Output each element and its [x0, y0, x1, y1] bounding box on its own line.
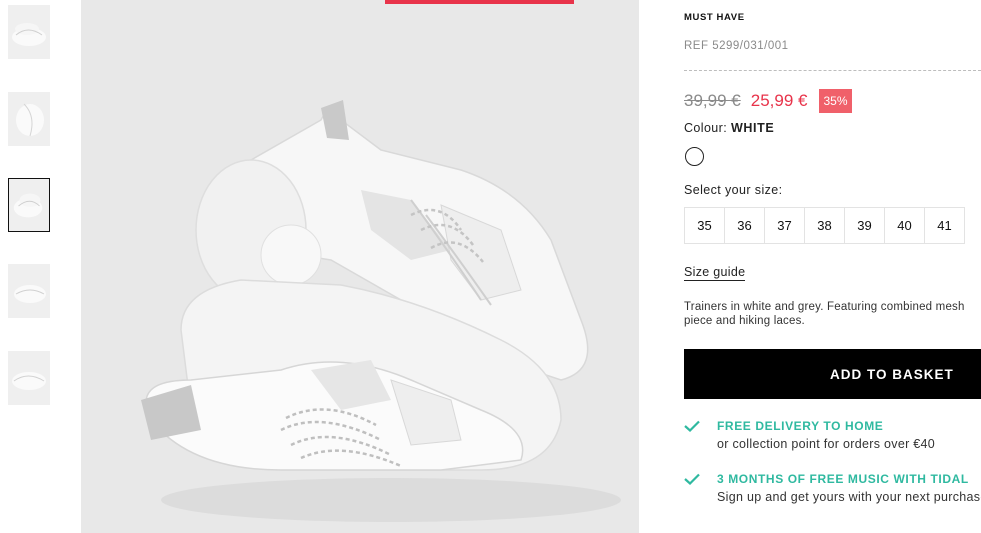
- size-option[interactable]: 35: [684, 207, 725, 244]
- colour-row: Colour: WHITE: [684, 121, 774, 135]
- benefit-title: 3 MONTHS OF FREE MUSIC WITH TIDAL: [717, 472, 969, 486]
- thumbnail-5[interactable]: [8, 351, 50, 405]
- add-to-basket-button[interactable]: ADD TO BASKET: [684, 349, 981, 399]
- size-option[interactable]: 36: [724, 207, 765, 244]
- sneakers-illustration: [141, 100, 621, 522]
- old-price: 39,99 €: [684, 90, 741, 110]
- benefit-title: FREE DELIVERY TO HOME: [717, 419, 884, 433]
- colour-swatch-white[interactable]: [685, 147, 704, 166]
- product-tag: MUST HAVE: [684, 12, 745, 23]
- thumbnail-4[interactable]: [8, 264, 50, 318]
- thumbnail-1[interactable]: [8, 5, 50, 59]
- product-details: MUST HAVE REF 5299/031/001 39,99 € 25,99…: [684, 0, 981, 533]
- divider: [684, 70, 981, 71]
- size-option[interactable]: 40: [884, 207, 925, 244]
- thumbnail-2[interactable]: [8, 92, 50, 146]
- sale-price: 25,99 €: [750, 90, 808, 110]
- size-selector: 35 36 37 38 39 40 41: [684, 207, 965, 244]
- size-option[interactable]: 37: [764, 207, 805, 244]
- product-description: Trainers in white and grey. Featuring co…: [684, 301, 965, 327]
- discount-badge: 35%: [819, 88, 852, 113]
- colour-value: WHITE: [730, 121, 775, 135]
- benefit-subtitle: or collection point for orders over €40: [717, 437, 936, 451]
- thumbnail-3[interactable]: [8, 178, 50, 232]
- product-image: [81, 0, 639, 533]
- size-option[interactable]: 41: [924, 207, 965, 244]
- size-guide-link[interactable]: Size guide: [684, 265, 746, 281]
- price-row: 39,99 € 25,99 € 35%: [684, 88, 852, 113]
- size-option[interactable]: 38: [804, 207, 845, 244]
- image-progress-indicator: [385, 0, 574, 4]
- check-icon: [684, 473, 700, 485]
- check-icon: [684, 420, 700, 432]
- size-label: Select your size:: [684, 183, 783, 197]
- colour-label: Colour:: [684, 121, 728, 135]
- benefit-subtitle: Sign up and get yours with your next pur…: [717, 490, 981, 504]
- size-option[interactable]: 39: [844, 207, 885, 244]
- product-reference: REF 5299/031/001: [684, 40, 789, 52]
